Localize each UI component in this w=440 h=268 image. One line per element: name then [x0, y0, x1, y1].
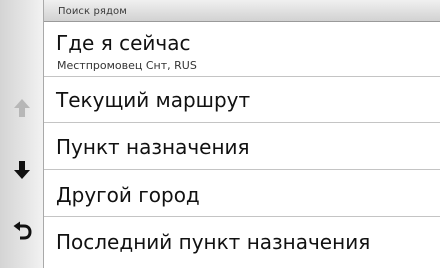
- header-bar: Поиск рядом: [44, 0, 440, 22]
- list-item-label: Другой город: [56, 183, 200, 207]
- left-nav-strip: [0, 0, 43, 268]
- list-item-sublabel: Местпромовец Снт, RUS: [57, 59, 197, 72]
- screen: Поиск рядом Где я сейчас Местпромовец Сн…: [0, 0, 440, 268]
- page-title: Поиск рядом: [58, 6, 127, 17]
- list-item-other-city[interactable]: Другой город: [44, 171, 440, 217]
- scroll-up-button[interactable]: [0, 88, 43, 128]
- list-item-current-location[interactable]: Где я сейчас Местпромовец Снт, RUS: [44, 22, 440, 77]
- list-item-label: Текущий маршрут: [56, 88, 251, 112]
- divider: [44, 122, 440, 123]
- list-item-label: Пункт назначения: [56, 135, 250, 159]
- divider: [44, 169, 440, 170]
- back-arrow-icon: [13, 221, 32, 240]
- list-item-destination[interactable]: Пункт назначения: [44, 124, 440, 170]
- arrow-down-icon: [13, 161, 30, 179]
- scroll-down-button[interactable]: [0, 150, 43, 190]
- divider: [44, 76, 440, 77]
- menu-list: Где я сейчас Местпромовец Снт, RUS Текущ…: [44, 22, 440, 268]
- arrow-up-icon: [13, 99, 30, 117]
- list-item-label: Последний пункт назначения: [56, 230, 371, 254]
- back-button[interactable]: [0, 211, 43, 251]
- list-item-last-destination[interactable]: Последний пункт назначения: [44, 218, 440, 268]
- list-item-current-route[interactable]: Текущий маршрут: [44, 78, 440, 123]
- list-item-label: Где я сейчас: [56, 31, 191, 55]
- divider: [44, 216, 440, 217]
